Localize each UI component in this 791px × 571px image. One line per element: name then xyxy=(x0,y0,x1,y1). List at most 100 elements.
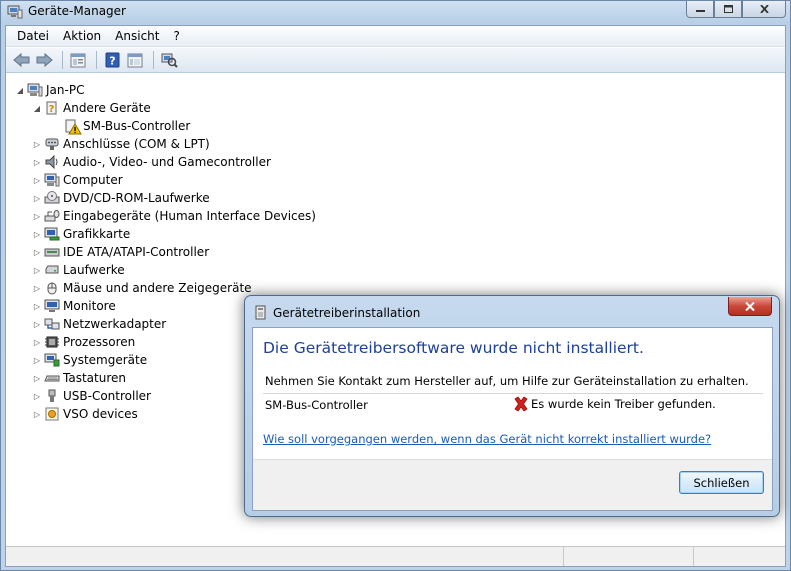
network-icon xyxy=(44,317,60,331)
dialog-title: Gerätetreiberinstallation xyxy=(273,306,421,320)
expand-arrow-icon[interactable]: ▷ xyxy=(32,212,42,221)
tree-item-hid[interactable]: ▷ Eingabegeräte (Human Interface Devices… xyxy=(32,207,316,225)
audio-icon xyxy=(44,154,60,170)
device-dialog-icon xyxy=(255,305,267,320)
menu-help[interactable]: ? xyxy=(166,29,186,43)
toolbar-separator xyxy=(62,51,63,69)
tree-item-label: Eingabegeräte (Human Interface Devices) xyxy=(63,209,316,223)
expand-arrow-icon[interactable]: ▷ xyxy=(32,194,42,203)
view-icon xyxy=(127,53,143,67)
tree-item-laufwerke[interactable]: ▷ Laufwerke xyxy=(32,261,125,279)
close-window-button[interactable] xyxy=(742,1,786,18)
tree-item-label: Netzwerkadapter xyxy=(63,317,167,331)
help-button[interactable]: ? xyxy=(102,50,122,70)
expand-arrow-icon[interactable]: ▷ xyxy=(32,230,42,239)
tree-item-sm-bus-controller[interactable]: SM-Bus-Controller xyxy=(62,117,190,135)
tree-item-computer[interactable]: ▷ Computer xyxy=(32,171,123,189)
status-bar xyxy=(6,546,785,566)
tree-item-label: Computer xyxy=(63,173,123,187)
toolbar: ? xyxy=(6,48,785,73)
collapse-arrow-icon[interactable]: ◢ xyxy=(32,104,42,113)
expand-arrow-icon[interactable]: ▷ xyxy=(32,158,42,167)
dvd-icon xyxy=(44,191,60,205)
menu-aktion[interactable]: Aktion xyxy=(56,29,108,43)
help-link[interactable]: Wie soll vorgegangen werden, wenn das Ge… xyxy=(263,432,711,446)
tree-item-andere-geraete[interactable]: ◢ ? Andere Geräte xyxy=(32,99,151,117)
tree-item-label: Andere Geräte xyxy=(63,101,151,115)
keyboard-icon xyxy=(44,371,60,385)
expand-arrow-icon[interactable]: ▷ xyxy=(32,284,42,293)
properties-icon xyxy=(70,53,86,67)
warning-device-icon xyxy=(64,119,82,135)
dialog-message: Nehmen Sie Kontakt zum Hersteller auf, u… xyxy=(265,374,749,388)
device-manager-icon xyxy=(7,5,23,19)
ide-icon xyxy=(44,245,60,259)
expand-arrow-icon[interactable]: ▷ xyxy=(32,374,42,383)
view-button[interactable] xyxy=(125,50,145,70)
forward-button[interactable] xyxy=(34,50,54,70)
menu-ansicht[interactable]: Ansicht xyxy=(108,29,166,43)
vso-icon xyxy=(44,407,60,421)
menu-bar: Datei Aktion Ansicht ? xyxy=(6,26,785,47)
tree-item-grafikkarte[interactable]: ▷ Grafikkarte xyxy=(32,225,130,243)
maximize-button[interactable] xyxy=(714,1,742,18)
dialog-heading: Die Gerätetreibersoftware wurde nicht in… xyxy=(263,339,644,357)
status-pane xyxy=(6,547,564,566)
unknown-device-icon: ? xyxy=(44,101,60,115)
back-button[interactable] xyxy=(11,50,31,70)
tree-item-monitore[interactable]: ▷ Monitore xyxy=(32,297,116,315)
tree-item-ide[interactable]: ▷ IDE ATA/ATAPI-Controller xyxy=(32,243,209,261)
tree-item-vso-devices[interactable]: ▷ VSO devices xyxy=(32,405,138,423)
hid-icon xyxy=(44,209,60,223)
tree-item-label: DVD/CD-ROM-Laufwerke xyxy=(63,191,210,205)
dialog-footer: Schließen xyxy=(253,459,772,510)
tree-item-label: Mäuse und andere Zeigegeräte xyxy=(63,281,252,295)
expand-arrow-icon[interactable]: ▷ xyxy=(32,320,42,329)
dialog-close-button[interactable] xyxy=(728,297,772,316)
tree-item-audio[interactable]: ▷ Audio-, Video- und Gamecontroller xyxy=(32,153,271,171)
expand-arrow-icon[interactable]: ▷ xyxy=(32,248,42,257)
toolbar-separator xyxy=(153,51,154,69)
properties-button[interactable] xyxy=(68,50,88,70)
schliessen-button[interactable]: Schließen xyxy=(679,471,764,494)
expand-arrow-icon[interactable]: ▷ xyxy=(32,302,42,311)
svg-text:?: ? xyxy=(49,104,55,115)
tree-item-tastaturen[interactable]: ▷ Tastaturen xyxy=(32,369,126,387)
processor-icon xyxy=(44,335,60,349)
collapse-arrow-icon[interactable]: ◢ xyxy=(15,86,25,95)
expand-arrow-icon[interactable]: ▷ xyxy=(32,392,42,401)
expand-arrow-icon[interactable]: ▷ xyxy=(32,338,42,347)
status-pane xyxy=(694,547,784,566)
computer-icon xyxy=(44,173,60,187)
help-icon: ? xyxy=(105,52,119,68)
menu-datei[interactable]: Datei xyxy=(10,29,56,43)
caption-buttons xyxy=(686,1,786,19)
tree-item-usb[interactable]: ▷ USB-Controller xyxy=(32,387,151,405)
expand-arrow-icon[interactable]: ▷ xyxy=(32,410,42,419)
tree-item-dvd[interactable]: ▷ DVD/CD-ROM-Laufwerke xyxy=(32,189,210,207)
tree-item-label: VSO devices xyxy=(63,407,138,421)
scan-hardware-button[interactable] xyxy=(159,50,179,70)
tree-item-prozessoren[interactable]: ▷ Prozessoren xyxy=(32,333,135,351)
error-text: Es wurde kein Treiber gefunden. xyxy=(531,397,716,411)
minimize-button[interactable] xyxy=(686,1,714,18)
tree-root[interactable]: ◢ Jan-PC xyxy=(15,81,85,99)
tree-item-netzwerkadapter[interactable]: ▷ Netzwerkadapter xyxy=(32,315,166,333)
expand-arrow-icon[interactable]: ▷ xyxy=(32,140,42,149)
close-icon xyxy=(759,5,769,13)
scan-hardware-icon xyxy=(161,53,178,68)
tree-item-systemgeraete[interactable]: ▷ Systemgeräte xyxy=(32,351,147,369)
tree-item-label: Systemgeräte xyxy=(63,353,148,367)
tree-item-label: IDE ATA/ATAPI-Controller xyxy=(63,245,210,259)
title-bar[interactable]: Geräte-Manager xyxy=(1,1,790,23)
status-pane xyxy=(564,547,694,566)
back-icon xyxy=(12,53,29,67)
close-icon xyxy=(745,301,755,311)
tree-item-maeuse[interactable]: ▷ Mäuse und andere Zeigegeräte xyxy=(32,279,252,297)
expand-arrow-icon[interactable]: ▷ xyxy=(32,266,42,275)
monitor-icon xyxy=(44,299,60,313)
expand-arrow-icon[interactable]: ▷ xyxy=(32,176,42,185)
expand-arrow-icon[interactable]: ▷ xyxy=(32,356,42,365)
tree-item-anschluesse[interactable]: ▷ Anschlüsse (COM & LPT) xyxy=(32,135,210,153)
maximize-icon xyxy=(723,5,733,13)
